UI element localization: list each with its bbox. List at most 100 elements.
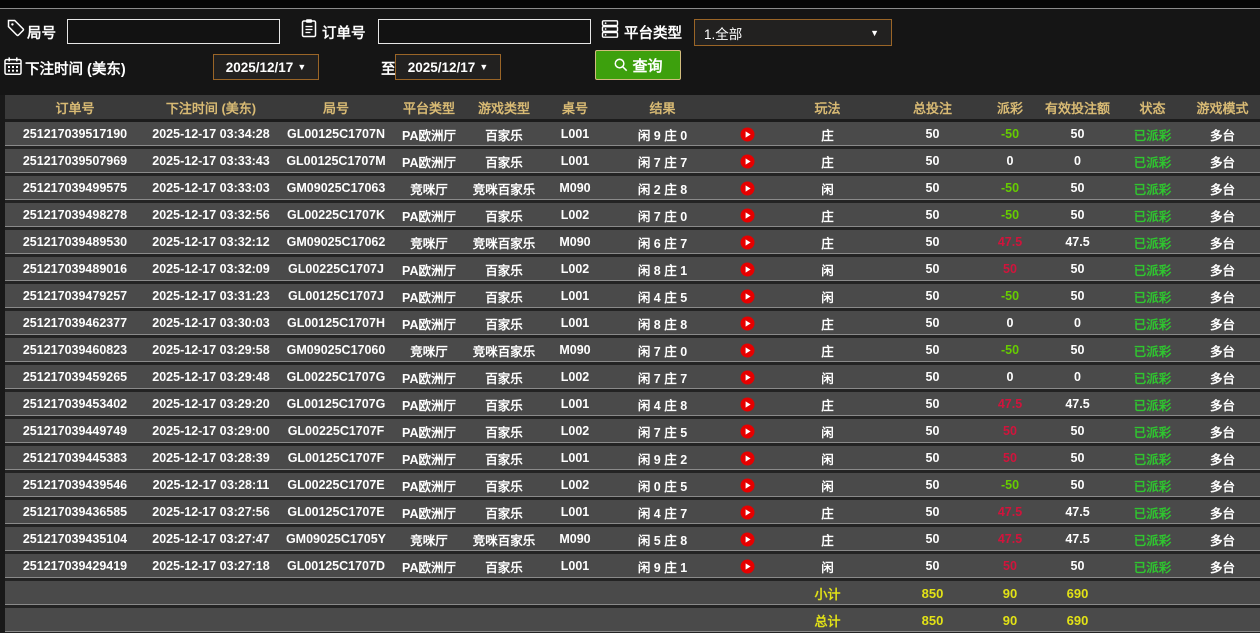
table-row: 2512170394365852025-12-17 03:27:56GL0012… (5, 500, 1260, 527)
play-video-icon[interactable] (740, 424, 755, 439)
cell-table-no: L001 (545, 446, 605, 473)
cell-replay[interactable] (720, 338, 775, 365)
cell-replay[interactable] (720, 122, 775, 149)
cell-game-mode: 多台 (1185, 122, 1260, 149)
cell-total-bet: 50 (880, 311, 985, 338)
play-video-icon[interactable] (740, 316, 755, 331)
table-row: 2512170394294192025-12-17 03:27:18GL0012… (5, 554, 1260, 581)
search-button[interactable]: 查询 (595, 50, 681, 80)
cell-order-no: 251217039439546 (5, 473, 145, 500)
cell-payout: -50 (985, 203, 1035, 230)
cell-bet-time: 2025-12-17 03:28:39 (145, 446, 277, 473)
date-to-picker[interactable]: 2025/12/17 ▼ (395, 54, 501, 80)
cell-play-type: 庄 (775, 149, 880, 176)
cell-status: 已派彩 (1120, 149, 1185, 176)
cell-replay[interactable] (720, 311, 775, 338)
cell-replay[interactable] (720, 527, 775, 554)
date-from-picker[interactable]: 2025/12/17 ▼ (213, 54, 319, 80)
cell-replay[interactable] (720, 284, 775, 311)
play-video-icon[interactable] (740, 478, 755, 493)
cell-order-no: 251217039449749 (5, 419, 145, 446)
play-video-icon[interactable] (740, 289, 755, 304)
cell-replay[interactable] (720, 365, 775, 392)
cell-valid-bet: 50 (1035, 554, 1120, 581)
column-header-总投注: 总投注 (880, 95, 985, 122)
grand-total-row-value: 850 (880, 608, 985, 633)
cell-play-type: 闲 (775, 446, 880, 473)
play-video-icon[interactable] (740, 505, 755, 520)
cell-order-no: 251217039462377 (5, 311, 145, 338)
play-video-icon[interactable] (740, 343, 755, 358)
empty-cell (463, 608, 545, 633)
play-video-icon[interactable] (740, 208, 755, 223)
cell-order-no: 251217039489016 (5, 257, 145, 284)
play-video-icon[interactable] (740, 181, 755, 196)
cell-bet-time: 2025-12-17 03:32:56 (145, 203, 277, 230)
cell-table-no: L001 (545, 392, 605, 419)
cell-order-no: 251217039517190 (5, 122, 145, 149)
cell-game-no: GM09025C17062 (277, 230, 395, 257)
play-video-icon[interactable] (740, 370, 755, 385)
cell-result: 闲 9 庄 0 (605, 122, 720, 149)
cell-order-no: 251217039429419 (5, 554, 145, 581)
bet-records-table-wrap: 订单号下注时间 (美东)局号平台类型游戏类型桌号结果玩法总投注派彩有效投注额状态… (0, 95, 1260, 633)
cell-play-type: 闲 (775, 554, 880, 581)
cell-table-no: L001 (545, 500, 605, 527)
cell-replay[interactable] (720, 500, 775, 527)
cell-table-no: L001 (545, 122, 605, 149)
cell-result: 闲 7 庄 0 (605, 203, 720, 230)
cell-game-type: 竞咪百家乐 (463, 230, 545, 257)
play-video-icon[interactable] (740, 397, 755, 412)
cell-replay[interactable] (720, 230, 775, 257)
cell-status: 已派彩 (1120, 338, 1185, 365)
cell-replay[interactable] (720, 554, 775, 581)
column-header-有效投注额: 有效投注额 (1035, 95, 1120, 122)
cell-table-no: L001 (545, 149, 605, 176)
cell-valid-bet: 50 (1035, 446, 1120, 473)
cell-game-type: 百家乐 (463, 473, 545, 500)
cell-total-bet: 50 (880, 176, 985, 203)
cell-game-type: 竞咪百家乐 (463, 176, 545, 203)
cell-replay[interactable] (720, 446, 775, 473)
play-video-icon[interactable] (740, 154, 755, 169)
play-video-icon[interactable] (740, 127, 755, 142)
play-video-icon[interactable] (740, 235, 755, 250)
cell-valid-bet: 50 (1035, 176, 1120, 203)
cell-order-no: 251217039435104 (5, 527, 145, 554)
filter-panel: 局号 订单号 平台类型 1.全部 ▼ 下注时间 (美东) 2025/12/17 … (0, 9, 1260, 91)
platform-type-select[interactable]: 1.全部 ▼ (694, 19, 892, 46)
cell-game-mode: 多台 (1185, 176, 1260, 203)
play-video-icon[interactable] (740, 262, 755, 277)
cell-platform-type: PA欧洲厅 (395, 122, 463, 149)
cell-valid-bet: 47.5 (1035, 527, 1120, 554)
cell-status: 已派彩 (1120, 230, 1185, 257)
cell-play-type: 闲 (775, 176, 880, 203)
cell-result: 闲 8 庄 8 (605, 311, 720, 338)
cell-replay[interactable] (720, 473, 775, 500)
cell-replay[interactable] (720, 419, 775, 446)
cell-play-type: 闲 (775, 365, 880, 392)
order-no-input[interactable] (378, 19, 591, 44)
cell-replay[interactable] (720, 257, 775, 284)
cell-valid-bet: 47.5 (1035, 392, 1120, 419)
cell-game-mode: 多台 (1185, 500, 1260, 527)
empty-cell (720, 608, 775, 633)
empty-cell (277, 581, 395, 608)
cell-replay[interactable] (720, 203, 775, 230)
cell-valid-bet: 50 (1035, 203, 1120, 230)
play-video-icon[interactable] (740, 559, 755, 574)
cell-game-mode: 多台 (1185, 338, 1260, 365)
column-header-平台类型: 平台类型 (395, 95, 463, 122)
cell-order-no: 251217039453402 (5, 392, 145, 419)
cell-order-no: 251217039460823 (5, 338, 145, 365)
cell-replay[interactable] (720, 176, 775, 203)
chevron-down-icon: ▼ (479, 62, 488, 72)
column-header-游戏模式: 游戏模式 (1185, 95, 1260, 122)
calendar-icon (3, 56, 23, 76)
cell-replay[interactable] (720, 392, 775, 419)
game-no-input[interactable] (67, 19, 280, 44)
cell-game-no: GL00225C1707F (277, 419, 395, 446)
cell-replay[interactable] (720, 149, 775, 176)
play-video-icon[interactable] (740, 532, 755, 547)
play-video-icon[interactable] (740, 451, 755, 466)
